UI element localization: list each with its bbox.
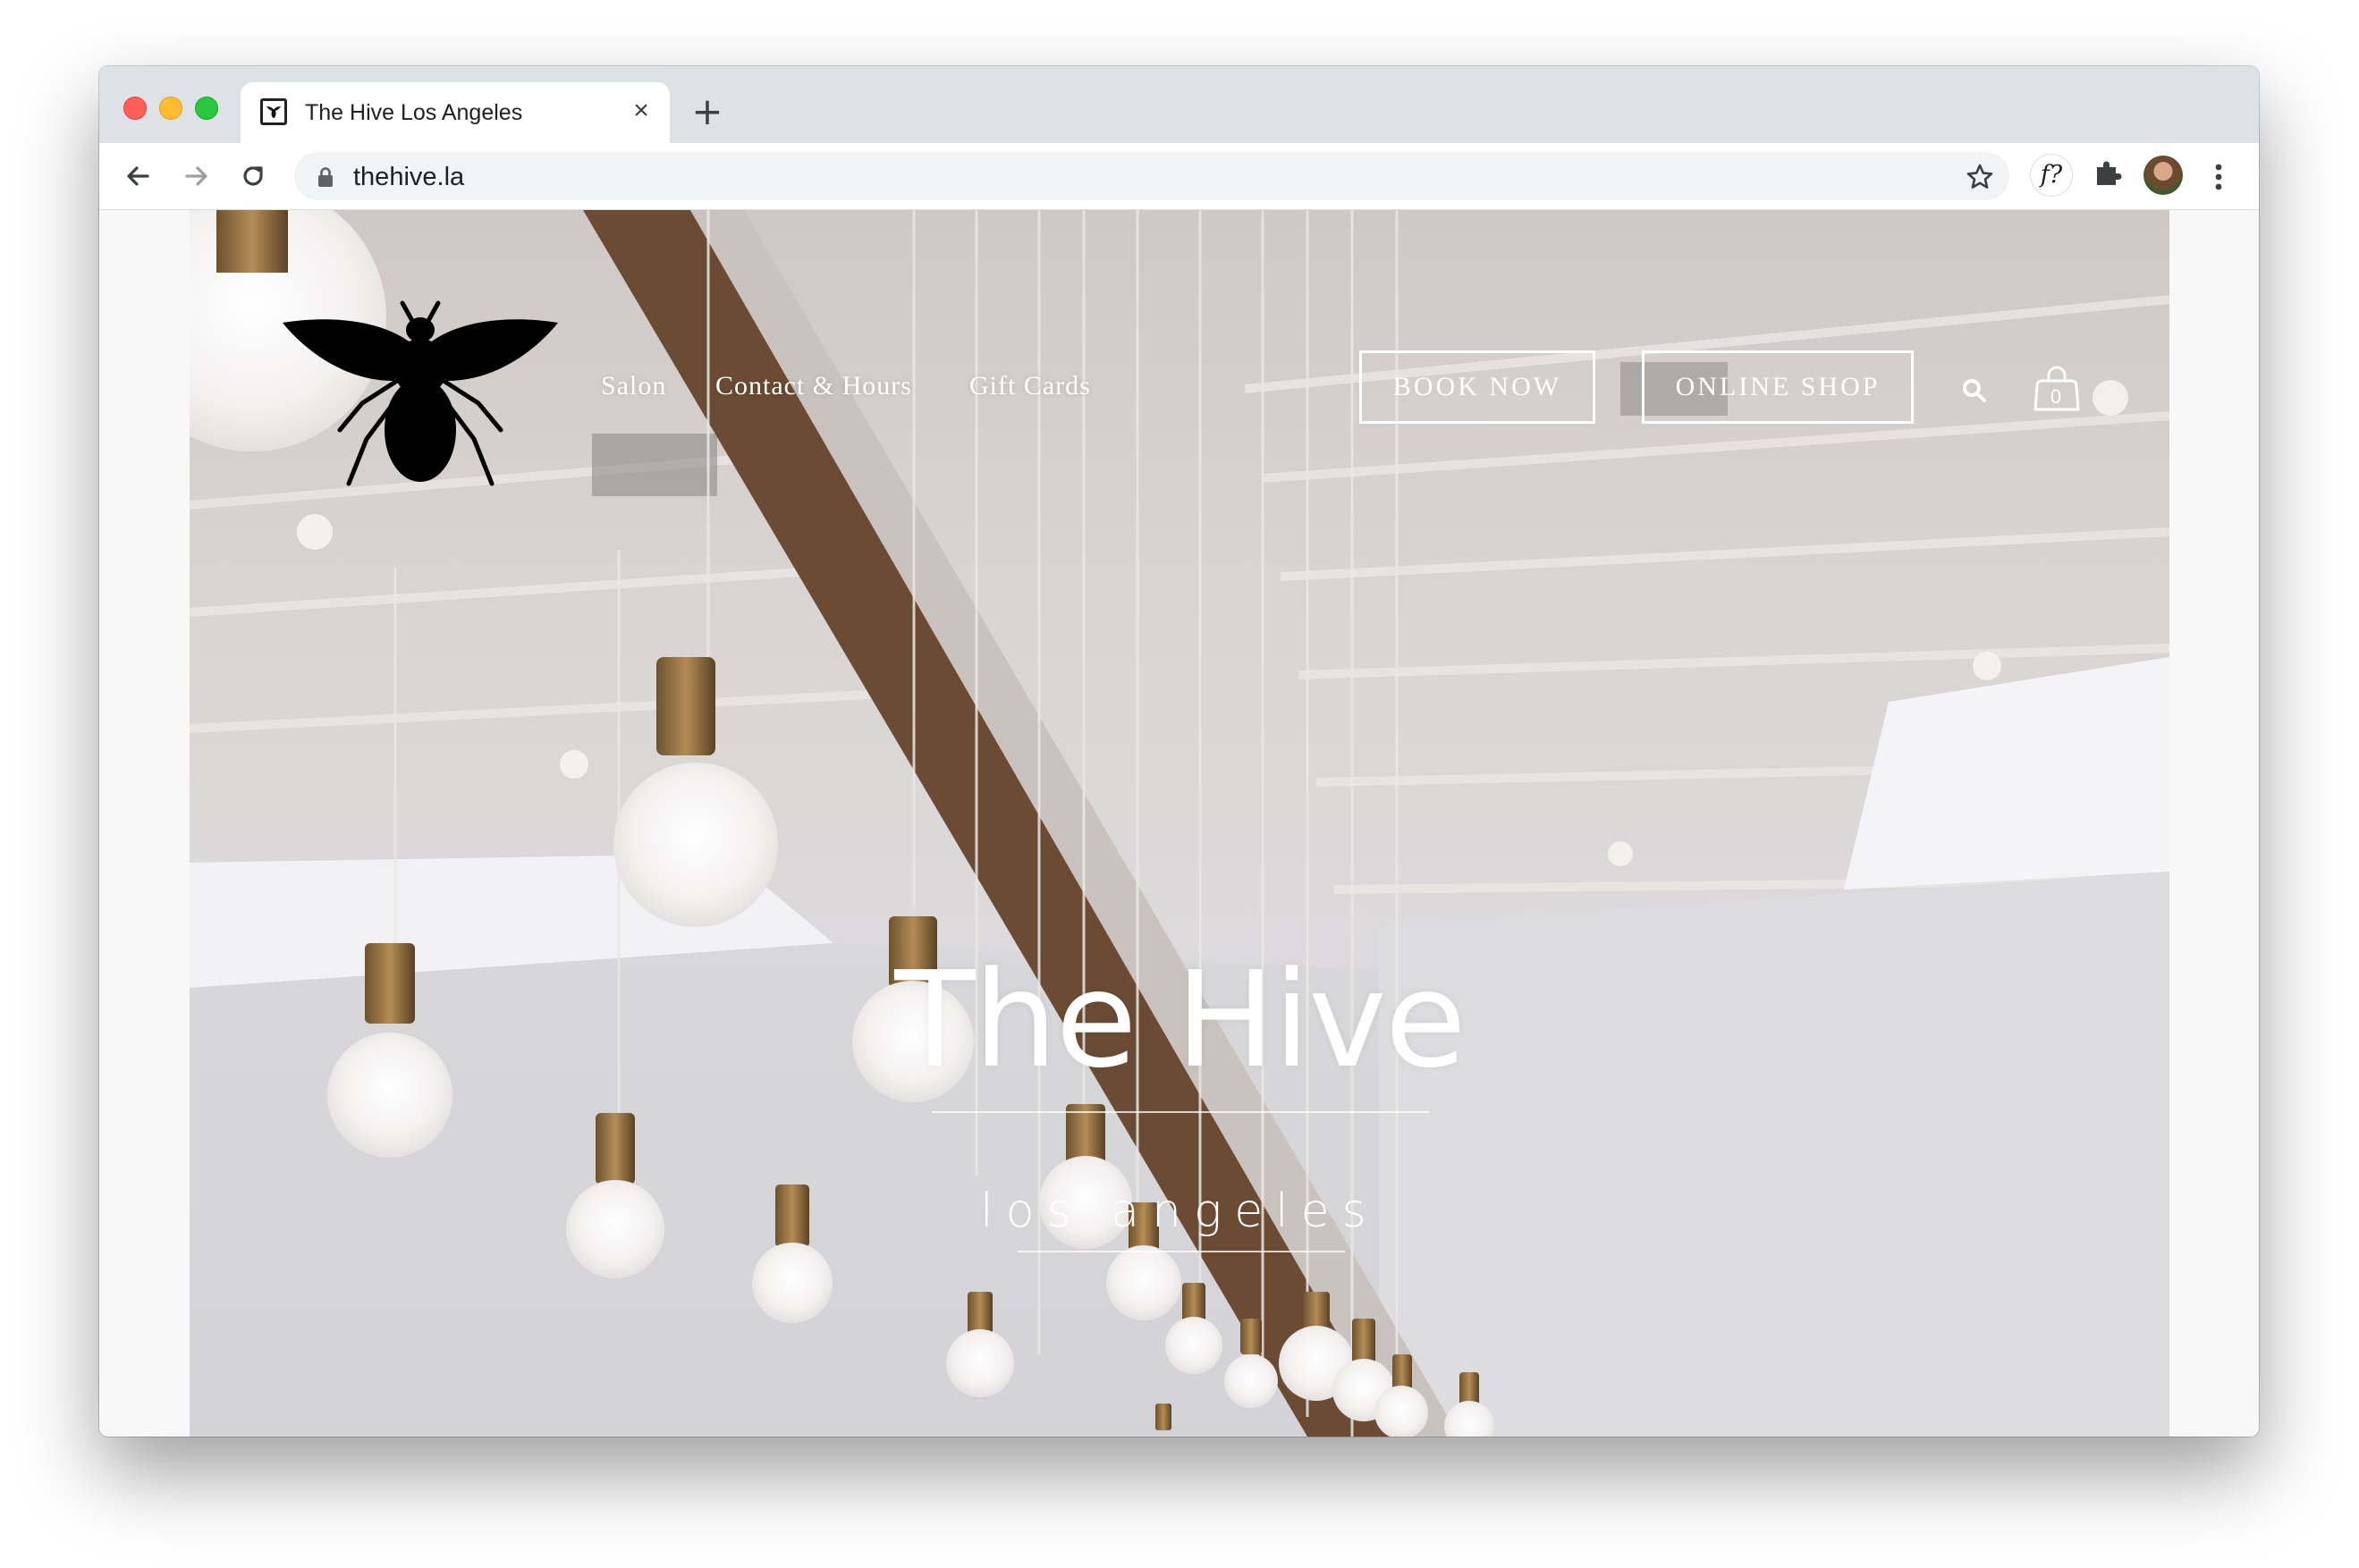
hero-divider [932, 1111, 1429, 1113]
favicon-icon [260, 98, 287, 125]
url-text[interactable]: thehive.la [353, 163, 464, 192]
book-now-button[interactable]: BOOK NOW [1359, 350, 1595, 424]
profile-avatar[interactable] [2143, 156, 2183, 195]
lock-icon [318, 167, 333, 187]
back-arrow-icon[interactable] [121, 158, 156, 194]
cart-count-badge: 0 [2050, 385, 2062, 408]
reload-icon[interactable] [235, 158, 271, 194]
extension-font-icon[interactable]: f? [2031, 155, 2072, 196]
address-bar[interactable]: thehive.la [294, 152, 2009, 200]
puzzle-icon[interactable] [2090, 156, 2126, 191]
forward-arrow-icon[interactable] [178, 158, 214, 194]
tab-close-icon[interactable]: × [627, 97, 655, 125]
nav-link-gift-cards[interactable]: Gift Cards [969, 371, 1091, 401]
minimize-window-button[interactable] [159, 97, 182, 120]
browser-window: The Hive Los Angeles × + thehive.la f? S… [99, 66, 2259, 1437]
hero-title: The Hive [894, 943, 1466, 1097]
tab-strip: The Hive Los Angeles × + [99, 66, 2259, 143]
star-icon[interactable] [1965, 162, 1995, 192]
browser-toolbar: thehive.la f? [99, 143, 2259, 210]
hero-section: Salon Contact & Hours Gift Cards BOOK NO… [190, 210, 2169, 1437]
close-window-button[interactable] [123, 97, 147, 120]
web-viewport: Salon Contact & Hours Gift Cards BOOK NO… [99, 210, 2259, 1437]
bee-logo[interactable] [277, 296, 563, 493]
new-tab-button[interactable]: + [689, 93, 725, 131]
menu-dots-icon[interactable] [2210, 159, 2228, 195]
nav-link-contact-hours[interactable]: Contact & Hours [715, 371, 912, 401]
hero-subtitle-underline [1018, 1251, 1345, 1252]
tab-title: The Hive Los Angeles [305, 100, 523, 125]
nav-link-salon[interactable]: Salon [601, 371, 666, 401]
search-icon[interactable] [1960, 376, 1989, 405]
active-tab[interactable]: The Hive Los Angeles × [241, 82, 670, 143]
hero-subtitle: los angeles [980, 1184, 1379, 1238]
maximize-window-button[interactable] [195, 97, 218, 120]
online-shop-button[interactable]: ONLINE SHOP [1642, 350, 1914, 424]
